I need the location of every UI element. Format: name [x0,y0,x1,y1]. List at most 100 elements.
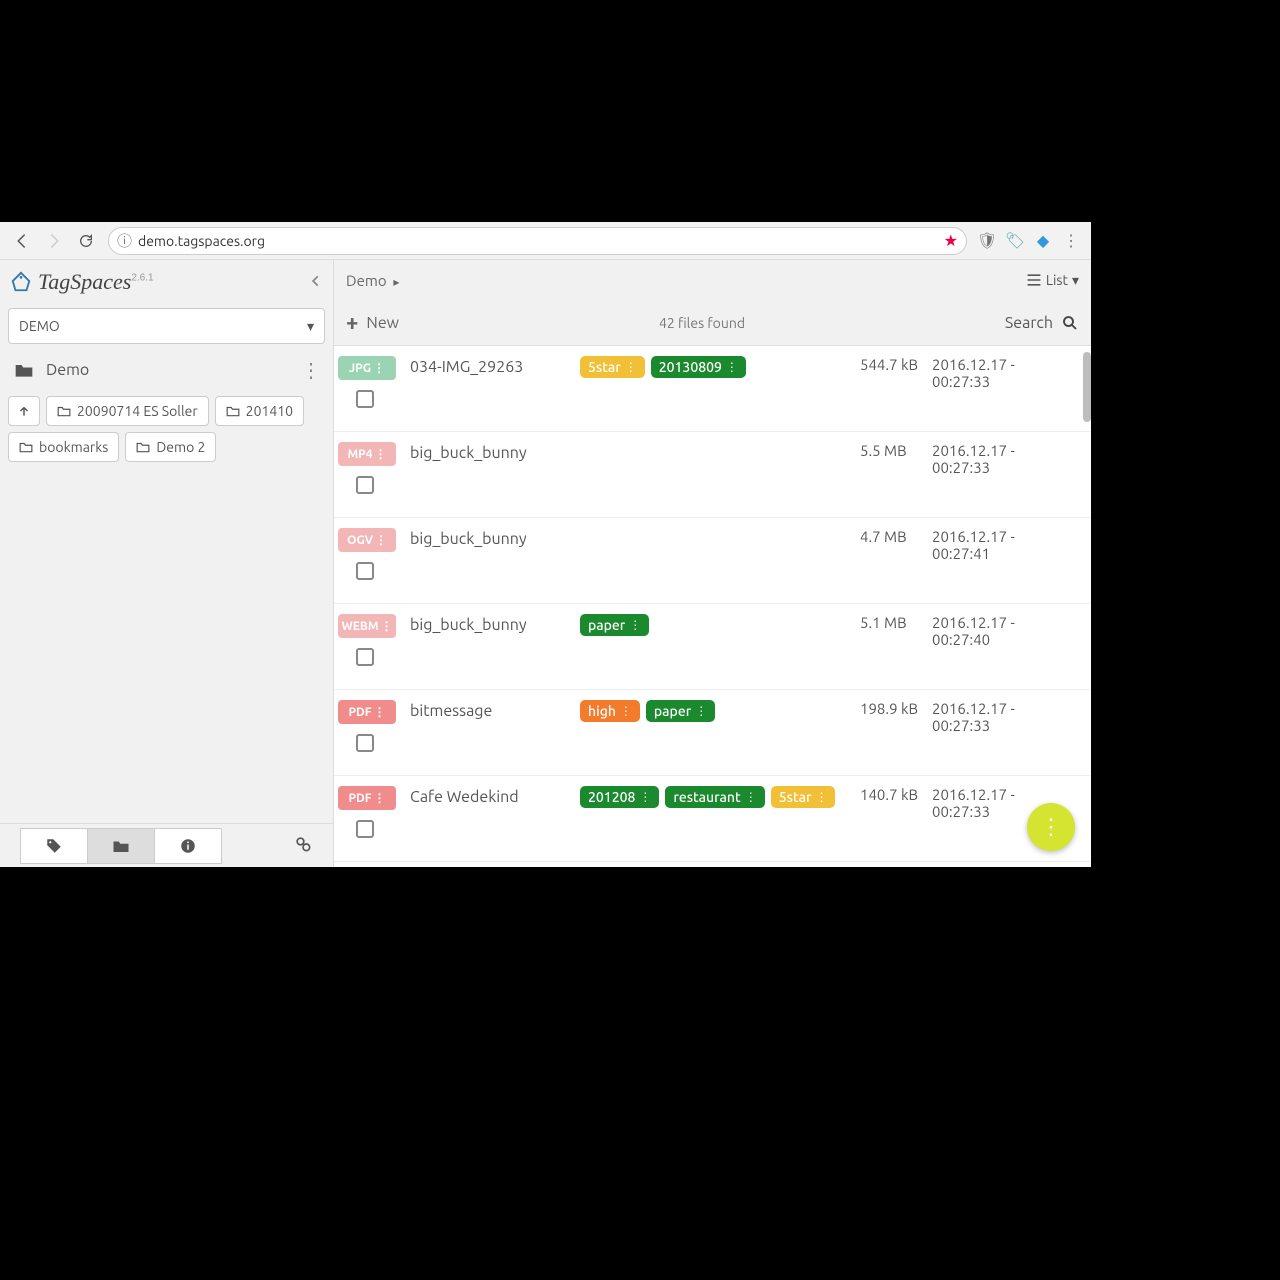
subfolder-list: 20090714 ES Soller 201410 bookmarks Demo… [0,392,333,470]
app-version: 2.6.1 [131,273,153,284]
scrollbar[interactable] [1083,352,1091,422]
folder-chip-label: 20090714 ES Soller [77,403,198,419]
plus-icon: + [346,310,358,335]
file-name: 034-IMG_29263 [410,356,580,376]
folder-icon [57,405,71,417]
file-checkbox[interactable] [356,734,374,752]
tag[interactable]: 5star ⋮ [580,356,645,378]
collapse-sidebar-icon[interactable] [309,272,323,292]
file-date: 2016.12.17 - 00:27:33 [932,356,1062,390]
file-row[interactable]: JPG ⋮ 034-IMG_292635star ⋮ 20130809 ⋮ 544.7… [334,346,1091,432]
sidebar: TagSpaces2.6.1 DEMO ▾ Demo ⋮ [0,260,334,867]
file-row[interactable]: WEBM ⋮big_buck_bunnypaper ⋮5.1 MB2016.12… [334,604,1091,690]
file-ext-badge[interactable]: PDF ⋮ [338,786,396,810]
file-row[interactable]: OGV ⋮big_buck_bunny4.7 MB2016.12.17 - 00… [334,518,1091,604]
location-selected-label: DEMO [19,318,60,334]
app-name: TagSpaces [38,269,131,294]
files-found-label: 42 files found [659,315,745,331]
info-icon [179,837,197,855]
tag[interactable]: 20130809 ⋮ [651,356,746,378]
dropdown-caret-icon: ▾ [1072,272,1079,289]
extension-tag-icon[interactable]: 🏷 [1003,229,1027,253]
folder-chip-label: bookmarks [39,439,108,455]
file-name: big_buck_bunny [410,614,580,634]
folder-icon [112,838,130,854]
breadcrumb[interactable]: Demo ▸ [346,272,399,289]
file-name: big_buck_bunny [410,528,580,548]
tag-icon [45,837,63,855]
browser-menu-icon[interactable]: ⋮ [1059,229,1083,253]
folder-chip-label: Demo 2 [156,439,205,455]
new-button[interactable]: + New [346,310,399,335]
file-date: 2016.12.17 - 00:27:33 [932,442,1062,476]
back-button[interactable] [8,227,36,255]
gear-icon [293,834,313,854]
file-row[interactable]: PDF ⋮ Cafe Wedekind201208 ⋮ restaurant ⋮ 5s… [334,776,1091,862]
search-label: Search [1005,314,1053,332]
current-location-name: Demo [46,361,89,379]
folder-chip[interactable]: 201410 [215,396,304,426]
file-size: 4.7 MB [860,528,932,545]
file-checkbox[interactable] [356,562,374,580]
file-date: 2016.12.17 - 00:27:33 [932,700,1062,734]
file-ext-badge[interactable]: MP4 ⋮ [338,442,396,466]
sidebar-tab-tags[interactable] [20,828,88,864]
location-menu-icon[interactable]: ⋮ [301,358,319,382]
list-icon [1026,273,1042,287]
settings-button[interactable] [293,834,313,858]
file-checkbox[interactable] [356,820,374,838]
file-list: JPG ⋮034-IMG_292635star ⋮20130809 ⋮544.7… [334,346,1091,867]
reload-button[interactable] [72,227,100,255]
location-select[interactable]: DEMO ▾ [8,308,325,344]
tag[interactable]: restaurant ⋮ [665,786,764,808]
bookmark-star-icon[interactable]: ★ [944,231,958,250]
file-row[interactable]: MP4 ⋮big_buck_bunny5.5 MB2016.12.17 - 00… [334,432,1091,518]
file-checkbox[interactable] [356,390,374,408]
file-checkbox[interactable] [356,476,374,494]
file-tags: 5star ⋮ 20130809 ⋮ [580,356,860,378]
file-ext-badge[interactable]: WEBM ⋮ [338,614,396,638]
chevron-right-icon: ▸ [391,276,400,289]
search-icon [1061,314,1079,332]
file-name: Cafe Wedekind [410,786,580,806]
view-mode-toggle[interactable]: List ▾ [1026,272,1079,289]
file-row[interactable]: PDF ⋮bitmessagehigh ⋮paper ⋮198.9 kB2016… [334,690,1091,776]
file-size: 5.1 MB [860,614,932,631]
folder-chip-label: 201410 [246,403,293,419]
folder-open-icon [14,361,34,379]
new-button-label: New [366,314,399,332]
folder-up-button[interactable] [8,396,40,426]
file-checkbox[interactable] [356,648,374,666]
file-tags: paper ⋮ [580,614,860,636]
tag[interactable]: paper ⋮ [580,614,649,636]
file-size: 544.7 kB [860,356,932,373]
file-size: 198.9 kB [860,700,932,717]
forward-button[interactable] [40,227,68,255]
dropdown-caret-icon: ▾ [307,318,314,335]
file-ext-badge[interactable]: JPG ⋮ [338,356,396,380]
view-mode-label: List [1046,272,1068,288]
fab-button[interactable]: ⋮ [1027,803,1075,851]
extension-shield-icon[interactable]: 🛡 [975,229,999,253]
tag[interactable]: 5star ⋮ [771,786,836,808]
extension-diamond-icon[interactable]: ◆ [1031,229,1055,253]
search-button[interactable]: Search [1005,314,1079,332]
tag[interactable]: high ⋮ [580,700,640,722]
file-size: 140.7 kB [860,786,932,803]
folder-chip[interactable]: Demo 2 [125,432,216,462]
sidebar-tab-info[interactable] [154,828,222,864]
sidebar-tab-folders[interactable] [87,828,155,864]
tag[interactable]: paper ⋮ [646,700,715,722]
site-info-icon[interactable]: ⓘ [117,230,132,251]
dots-vertical-icon: ⋮ [1040,814,1062,840]
sidebar-bottom-tabs [0,823,333,867]
app-logo[interactable]: TagSpaces2.6.1 [10,269,154,295]
file-ext-badge[interactable]: OGV ⋮ [338,528,396,552]
current-location-row[interactable]: Demo ⋮ [0,348,333,392]
folder-chip[interactable]: bookmarks [8,432,119,462]
url-bar[interactable]: ⓘ demo.tagspaces.org ★ [108,227,967,255]
file-ext-badge[interactable]: PDF ⋮ [338,700,396,724]
folder-chip[interactable]: 20090714 ES Soller [46,396,209,426]
main-panel: Demo ▸ List ▾ + New 42 files found Searc… [334,260,1091,867]
tag[interactable]: 201208 ⋮ [580,786,659,808]
